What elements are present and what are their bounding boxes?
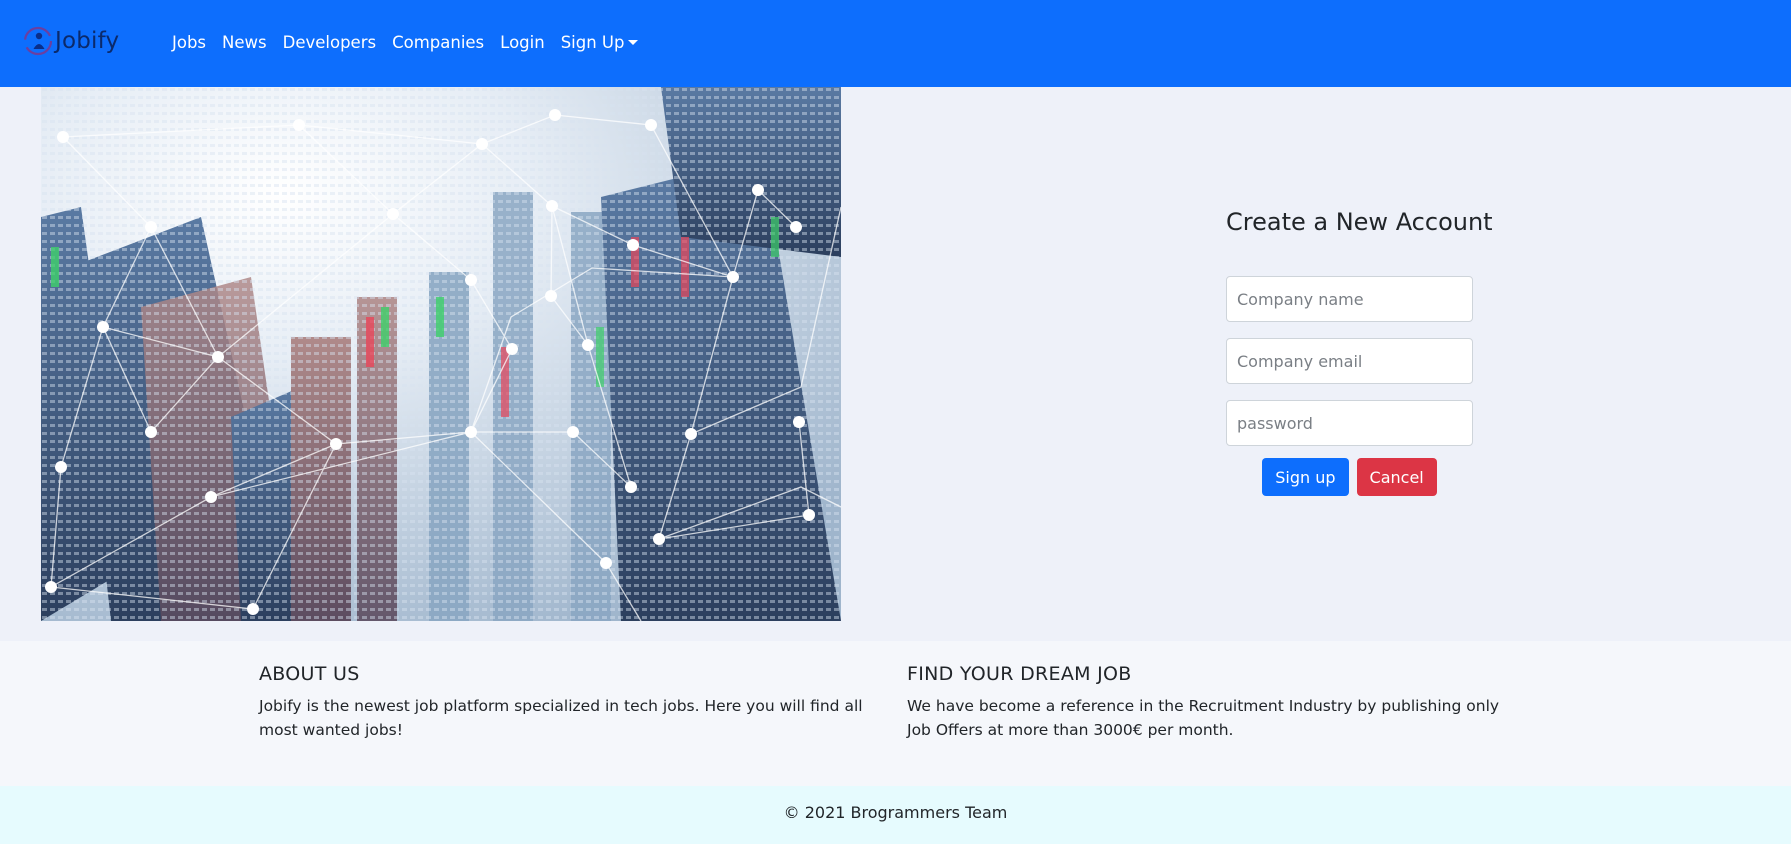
jobify-logo-icon [23,26,53,56]
brand-name: Jobify [55,28,120,54]
nav-jobs[interactable]: Jobs [164,30,214,56]
dream-job-section: FIND YOUR DREAM JOB We have become a ref… [907,663,1527,742]
nav-companies[interactable]: Companies [384,30,492,56]
about-text: Jobify is the newest job platform specia… [259,697,863,739]
copyright-text: © 2021 Brogrammers Team [783,803,1008,822]
caret-down-icon [628,40,639,45]
city-network-image [41,87,841,621]
nav-signup-label: Sign Up [560,33,625,52]
nav-login[interactable]: Login [492,30,553,56]
company-email-input[interactable] [1226,338,1473,384]
top-navbar: Jobify Jobs News Developers Companies Lo… [0,0,1791,87]
signup-form: Create a New Account Sign up Cancel [1226,204,1493,496]
copyright-bar: © 2021 Brogrammers Team [0,786,1791,844]
nav-signup-dropdown[interactable]: Sign Up [553,30,647,56]
dream-job-text: We have become a reference in the Recrui… [907,697,1500,739]
footer-info: ABOUT US Jobify is the newest job platfo… [0,641,1791,786]
dream-job-title: FIND YOUR DREAM JOB [907,663,1132,685]
company-name-input[interactable] [1226,276,1473,322]
form-actions: Sign up Cancel [1226,458,1473,496]
main-nav: Jobs News Developers Companies Login Sig… [164,30,646,56]
hero-image [41,87,841,621]
signup-button[interactable]: Sign up [1262,458,1349,496]
brand-link[interactable]: Jobify [22,24,119,58]
cancel-button[interactable]: Cancel [1356,458,1437,496]
password-input[interactable] [1226,400,1473,446]
nav-news[interactable]: News [214,30,275,56]
about-title: ABOUT US [259,663,360,685]
nav-developers[interactable]: Developers [275,30,384,56]
about-section: ABOUT US Jobify is the newest job platfo… [259,663,879,742]
form-title: Create a New Account [1226,208,1493,236]
